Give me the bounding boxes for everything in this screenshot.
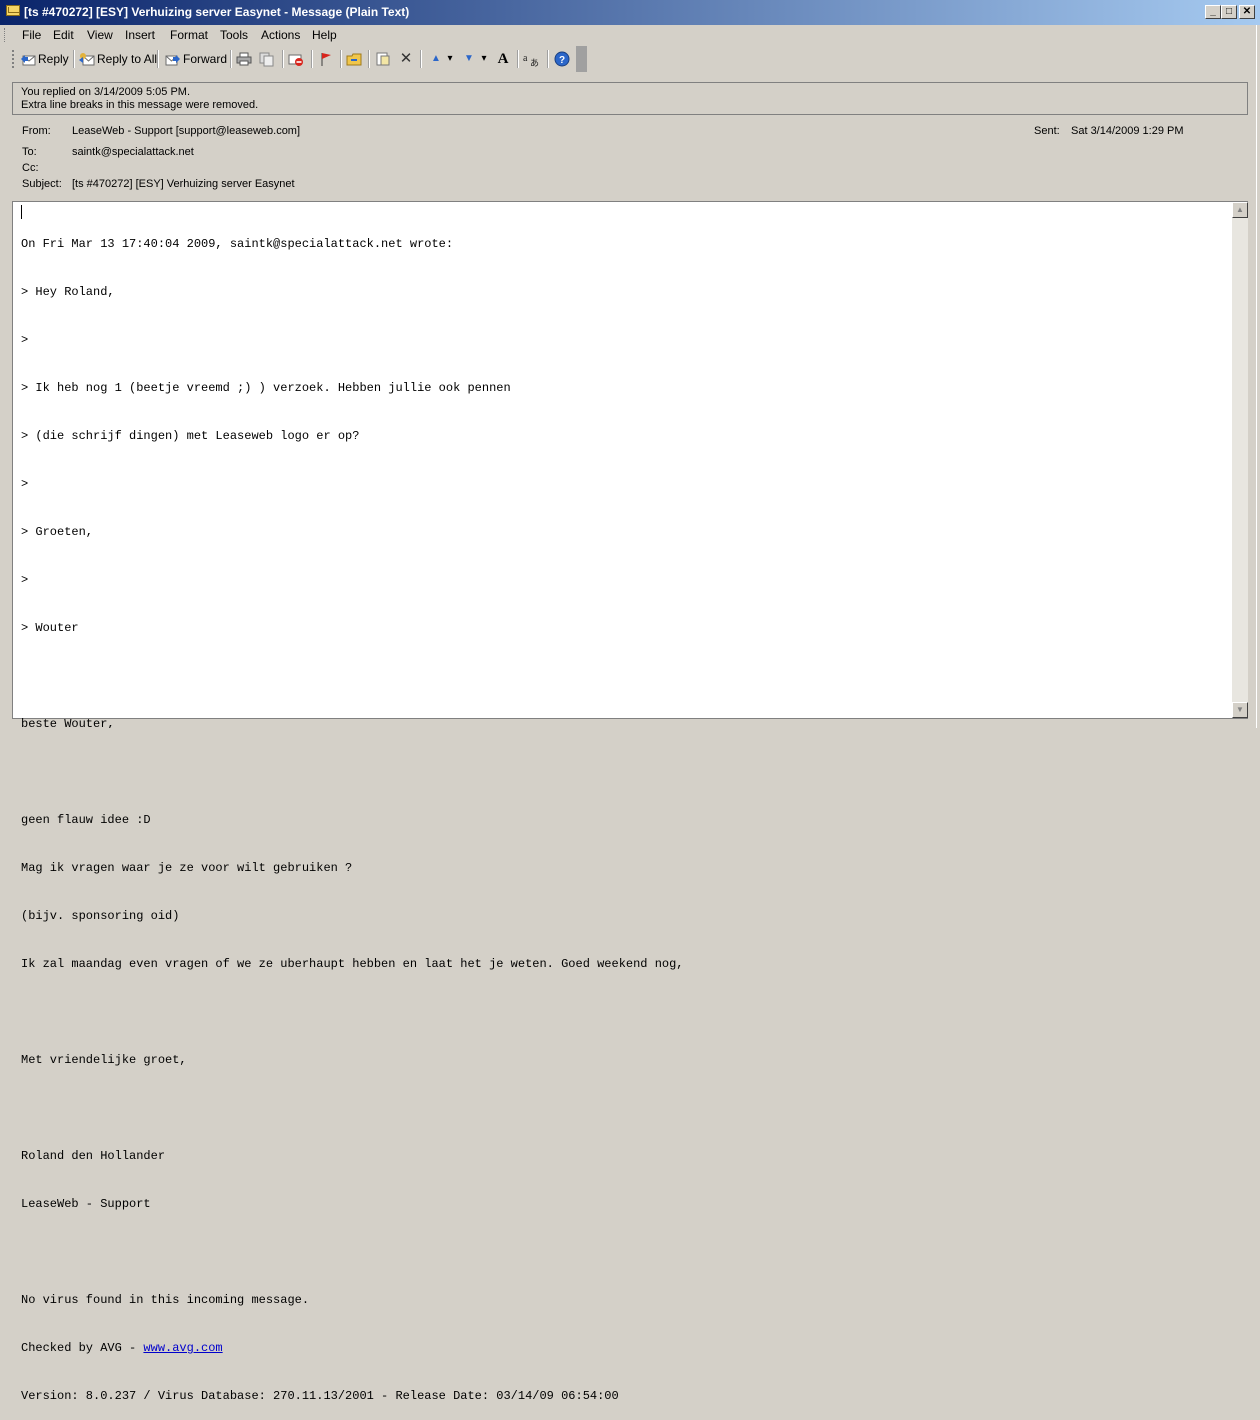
font-size-icon[interactable]: A	[495, 51, 511, 67]
from-label: From:	[22, 125, 51, 137]
forward-icon[interactable]	[165, 51, 181, 67]
message-line-avg: Checked by AVG - www.avg.com	[21, 1340, 1226, 1356]
menu-format[interactable]: Format	[170, 28, 208, 42]
toolbar-grip[interactable]	[12, 50, 17, 68]
forward-button[interactable]: Forward	[183, 52, 227, 66]
text-caret	[21, 205, 22, 219]
avg-prefix: Checked by AVG -	[21, 1341, 144, 1355]
message-line	[21, 668, 1226, 684]
toolbar-separator	[368, 50, 370, 68]
svg-text:あ: あ	[530, 58, 539, 67]
info-replied: You replied on 3/14/2009 5:05 PM.	[21, 86, 191, 98]
toolbar-separator	[517, 50, 519, 68]
message-line: Mag ik vragen waar je ze voor wilt gebru…	[21, 861, 353, 875]
menu-file[interactable]: File	[22, 28, 41, 42]
delete-red-icon[interactable]	[288, 51, 304, 67]
previous-dropdown-icon[interactable]: ▾	[445, 51, 455, 67]
message-line: > Hey Roland,	[21, 285, 115, 299]
help-icon[interactable]: ?	[554, 51, 570, 67]
toolbar-separator	[547, 50, 549, 68]
message-line: Roland den Hollander	[21, 1149, 166, 1163]
encoding-icon[interactable]: aあ	[523, 51, 539, 68]
delete-icon[interactable]: ✕	[398, 51, 414, 67]
sent-value: Sat 3/14/2009 1:29 PM	[1071, 125, 1184, 137]
reply-all-button[interactable]: Reply to All	[97, 52, 157, 66]
message-line: > Ik heb nog 1 (beetje vreemd ;) ) verzo…	[21, 381, 511, 395]
message-line: On Fri Mar 13 17:40:04 2009, saintk@spec…	[21, 237, 454, 251]
toolbar-separator	[157, 50, 159, 68]
maximize-button[interactable]: □	[1221, 5, 1237, 19]
message-line: (bijv. sponsoring oid)	[21, 909, 180, 923]
message-line: geen flauw idee :D	[21, 813, 151, 827]
menu-insert[interactable]: Insert	[125, 28, 155, 42]
flag-icon[interactable]	[318, 51, 334, 67]
envelope-icon	[6, 5, 20, 16]
toolbar-separator	[230, 50, 232, 68]
toolbar-separator	[340, 50, 342, 68]
minimize-button[interactable]: _	[1205, 5, 1221, 19]
toolbar-separator	[420, 50, 422, 68]
window-border-bottom	[0, 728, 1260, 732]
to-value[interactable]: saintk@specialattack.net	[72, 146, 194, 158]
close-button[interactable]: ✕	[1239, 5, 1255, 19]
subject-label: Subject:	[22, 178, 62, 190]
menu-view[interactable]: View	[87, 28, 113, 42]
avg-link[interactable]: www.avg.com	[143, 1341, 222, 1355]
previous-item-icon[interactable]: ▲	[428, 51, 444, 67]
message-line: LeaseWeb - Support	[21, 1197, 151, 1211]
message-line: Met vriendelijke groet,	[21, 1053, 187, 1067]
message-line: >	[21, 573, 29, 587]
message-line	[21, 1100, 1226, 1116]
message-line: > Wouter	[21, 621, 79, 635]
info-line-breaks[interactable]: Extra line breaks in this message were r…	[21, 99, 258, 111]
copy-icon[interactable]	[259, 51, 275, 67]
cc-label: Cc:	[22, 162, 39, 174]
message-line: Ik zal maandag even vragen of we ze uber…	[21, 957, 684, 971]
menu-tools[interactable]: Tools	[220, 28, 248, 42]
message-line: >	[21, 477, 29, 491]
menu-grip[interactable]	[4, 28, 8, 42]
to-label: To:	[22, 146, 37, 158]
message-line-version: Version: 8.0.237 / Virus Database: 270.1…	[21, 1389, 619, 1403]
menu-help[interactable]: Help	[312, 28, 337, 42]
window-border-right	[1256, 25, 1260, 732]
message-line: > (die schrijf dingen) met Leaseweb logo…	[21, 429, 360, 443]
message-line: No virus found in this incoming message.	[21, 1293, 310, 1307]
svg-text:?: ?	[559, 55, 565, 66]
message-text[interactable]: On Fri Mar 13 17:40:04 2009, saintk@spec…	[21, 204, 1226, 1420]
next-item-icon[interactable]: ▼	[461, 51, 477, 67]
menu-edit[interactable]: Edit	[53, 28, 74, 42]
move-to-folder-icon[interactable]	[346, 51, 362, 67]
message-line	[21, 764, 1226, 780]
from-value[interactable]: LeaseWeb - Support [support@leaseweb.com…	[72, 125, 300, 137]
subject-value: [ts #470272] [ESY] Verhuizing server Eas…	[72, 178, 295, 190]
message-line	[21, 1244, 1226, 1260]
toolbar-options-chevron[interactable]	[576, 46, 587, 72]
sent-label: Sent:	[1034, 125, 1060, 137]
message-line	[21, 1004, 1226, 1020]
toolbar-separator	[311, 50, 313, 68]
scroll-up-button[interactable]: ▲	[1232, 202, 1248, 218]
svg-text:a: a	[523, 53, 528, 64]
title-bar[interactable]: [ts #470272] [ESY] Verhuizing server Eas…	[0, 0, 1260, 25]
message-line: >	[21, 333, 29, 347]
window-title: [ts #470272] [ESY] Verhuizing server Eas…	[24, 5, 410, 19]
menu-actions[interactable]: Actions	[261, 28, 300, 42]
reply-icon[interactable]	[20, 51, 36, 67]
categories-icon[interactable]	[375, 51, 391, 67]
toolbar-separator	[282, 50, 284, 68]
next-dropdown-icon[interactable]: ▾	[479, 51, 489, 67]
message-line: > Groeten,	[21, 525, 94, 539]
print-icon[interactable]	[236, 51, 252, 67]
reply-button[interactable]: Reply	[38, 52, 69, 66]
toolbar-separator	[73, 50, 75, 68]
scroll-down-button[interactable]: ▼	[1232, 702, 1248, 718]
vertical-scrollbar[interactable]	[1232, 202, 1248, 718]
reply-all-icon[interactable]	[79, 51, 95, 67]
